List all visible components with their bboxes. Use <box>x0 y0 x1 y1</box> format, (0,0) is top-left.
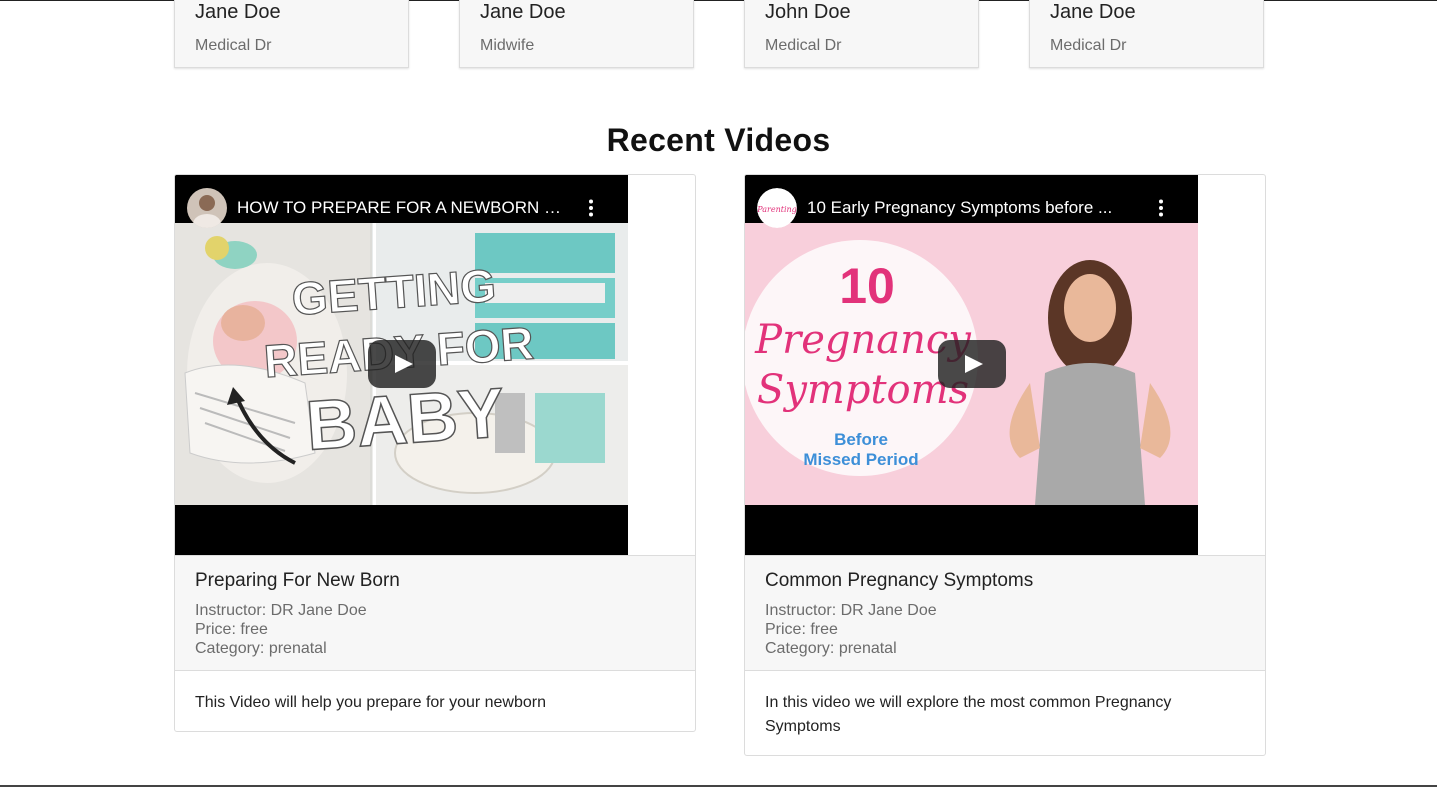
doctor-role: Medical Dr <box>765 37 842 54</box>
video-card: 10 Pregnancy Symptoms Before Missed Peri… <box>744 174 1266 756</box>
video-card: GETTING READY FOR BABY HOW TO PREPARE FO… <box>174 174 696 732</box>
price: Price: free <box>195 621 268 638</box>
section-title: Recent Videos <box>606 122 831 158</box>
doctor-card[interactable]: Jane Doe Midwife <box>459 0 694 68</box>
thumb-text: Missed Period <box>803 450 918 469</box>
doctor-card[interactable]: Jane Doe Medical Dr <box>1029 0 1264 68</box>
price: Price: free <box>765 621 838 638</box>
category: Category: prenatal <box>765 640 897 657</box>
video-card-header: Common Pregnancy Symptoms Instructor: DR… <box>745 555 1265 671</box>
doctor-name: Jane Doe <box>480 1 566 23</box>
instructor: Instructor: DR Jane Doe <box>765 602 937 619</box>
category: Category: prenatal <box>195 640 327 657</box>
player-title[interactable]: HOW TO PREPARE FOR A NEWBORN B... <box>237 198 567 218</box>
video-description: This Video will help you prepare for you… <box>195 694 547 711</box>
player-title[interactable]: 10 Early Pregnancy Symptoms before ... <box>807 198 1137 218</box>
doctor-card[interactable]: John Doe Medical Dr <box>744 0 979 68</box>
video-player[interactable]: 10 Pregnancy Symptoms Before Missed Peri… <box>745 175 1198 555</box>
doctor-name: John Doe <box>765 1 851 23</box>
video-title[interactable]: Common Pregnancy Symptoms <box>765 569 1245 593</box>
doctor-name: Jane Doe <box>195 1 281 23</box>
instructor: Instructor: DR Jane Doe <box>195 602 367 619</box>
doctor-role: Midwife <box>480 37 535 54</box>
video-description: In this video we will explore the most c… <box>765 694 1172 735</box>
thumb-text: Before <box>834 430 888 449</box>
thumb-text: 10 <box>839 258 895 314</box>
channel-avatar[interactable]: Parenting <box>757 188 797 228</box>
doctor-card[interactable]: Jane Doe Medical Dr <box>174 0 409 68</box>
video-player[interactable]: GETTING READY FOR BABY HOW TO PREPARE FO… <box>175 175 628 555</box>
channel-logo-text: Parenting <box>757 205 797 214</box>
doctor-name: Jane Doe <box>1050 1 1136 23</box>
video-card-header: Preparing For New Born Instructor: DR Ja… <box>175 555 695 671</box>
more-vertical-icon[interactable] <box>1155 199 1167 217</box>
doctor-role: Medical Dr <box>1050 37 1127 54</box>
channel-avatar[interactable] <box>187 188 227 228</box>
more-vertical-icon[interactable] <box>585 199 597 217</box>
play-icon[interactable] <box>938 340 1006 388</box>
video-title[interactable]: Preparing For New Born <box>195 569 675 593</box>
doctor-role: Medical Dr <box>195 37 272 54</box>
play-icon[interactable] <box>368 340 436 388</box>
